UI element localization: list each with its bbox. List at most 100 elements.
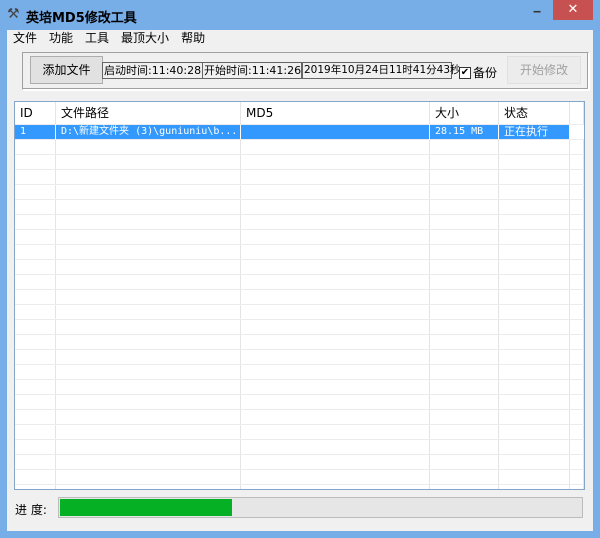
table-cell [570,365,584,379]
table-cell [15,395,56,409]
empty-row[interactable] [15,350,584,365]
empty-row[interactable] [15,410,584,425]
table-cell [430,320,499,334]
empty-row[interactable] [15,380,584,395]
empty-row[interactable] [15,170,584,185]
menu-item[interactable]: 最顶大小 [115,30,175,46]
table-cell [570,230,584,244]
table-cell [15,290,56,304]
empty-row[interactable] [15,320,584,335]
table-cell [241,200,430,214]
empty-row[interactable] [15,395,584,410]
empty-row[interactable] [15,365,584,380]
empty-row[interactable] [15,290,584,305]
empty-row[interactable] [15,215,584,230]
table-cell [15,410,56,424]
table-cell [570,260,584,274]
backup-checkbox[interactable]: ✔ 备份 [459,64,497,81]
table-cell [241,395,430,409]
table-header[interactable]: ID 文件路径 MD5 大小 状态 [15,102,584,125]
empty-row[interactable] [15,140,584,155]
table-cell [570,170,584,184]
table-cell [499,485,570,489]
table-cell [570,305,584,319]
table-cell [56,350,241,364]
table-row[interactable]: 1 D:\新建文件夹 (3)\guniuniu\b... 28.15 MB 正在执行 [15,125,584,140]
toolbar-group: 添加文件 启动时间:11:40:28 开始时间:11:41:26 2019年10… [22,52,589,90]
table-cell [430,260,499,274]
menu-item[interactable]: 工具 [79,30,115,46]
empty-row[interactable] [15,185,584,200]
table-cell [56,365,241,379]
empty-row[interactable] [15,485,584,489]
empty-row[interactable] [15,305,584,320]
progress-fill [60,499,232,516]
table-cell [15,350,56,364]
table-cell [570,155,584,169]
add-file-button[interactable]: 添加文件 [30,56,103,84]
table-cell [499,170,570,184]
minimize-button[interactable]: ‒ [527,4,547,20]
menu-item[interactable]: 帮助 [175,30,211,46]
table-cell [570,455,584,469]
table-cell [241,320,430,334]
table-cell [430,350,499,364]
empty-row[interactable] [15,200,584,215]
file-table[interactable]: ID 文件路径 MD5 大小 状态 1 D:\新建文件夹 (3)\guniuniu\b...… [14,101,585,490]
table-cell [570,320,584,334]
empty-row[interactable] [15,260,584,275]
table-cell [570,410,584,424]
table-cell: 28.15 MB [430,125,499,139]
table-cell [15,365,56,379]
empty-row[interactable] [15,275,584,290]
table-cell: 状态 [499,102,570,124]
table-cell [570,275,584,289]
table-cell [499,410,570,424]
empty-row[interactable] [15,470,584,485]
empty-row[interactable] [15,455,584,470]
table-cell [241,350,430,364]
start-modify-button[interactable]: 开始修改 [507,56,581,84]
table-cell [570,440,584,454]
empty-row[interactable] [15,425,584,440]
empty-row[interactable] [15,155,584,170]
table-cell [570,380,584,394]
table-cell [499,425,570,439]
table-cell [430,215,499,229]
table-cell [241,215,430,229]
checkbox-check-icon[interactable]: ✔ [459,66,471,79]
table-cell [56,260,241,274]
table-cell [241,170,430,184]
table-cell [499,335,570,349]
table-cell [15,260,56,274]
table-cell [15,275,56,289]
table-cell [56,215,241,229]
table-cell [241,230,430,244]
table-cell [15,140,56,154]
menu-item[interactable]: 文件 [7,30,43,46]
table-cell [570,102,584,124]
table-cell: ID [15,102,56,124]
table-cell [570,245,584,259]
table-cell [499,290,570,304]
empty-row[interactable] [15,335,584,350]
close-button[interactable]: ✕ [553,0,593,20]
empty-row[interactable] [15,245,584,260]
table-cell [499,245,570,259]
table-cell [15,155,56,169]
table-cell [56,140,241,154]
table-cell [56,410,241,424]
table-cell [430,230,499,244]
empty-row[interactable] [15,230,584,245]
table-cell [241,290,430,304]
table-cell [570,335,584,349]
menu-item[interactable]: 功能 [43,30,79,46]
table-cell [56,335,241,349]
empty-row[interactable] [15,440,584,455]
table-cell [570,140,584,154]
table-cell [499,275,570,289]
table-cell [56,155,241,169]
table-cell [499,155,570,169]
table-cell [56,185,241,199]
table-cell [499,215,570,229]
